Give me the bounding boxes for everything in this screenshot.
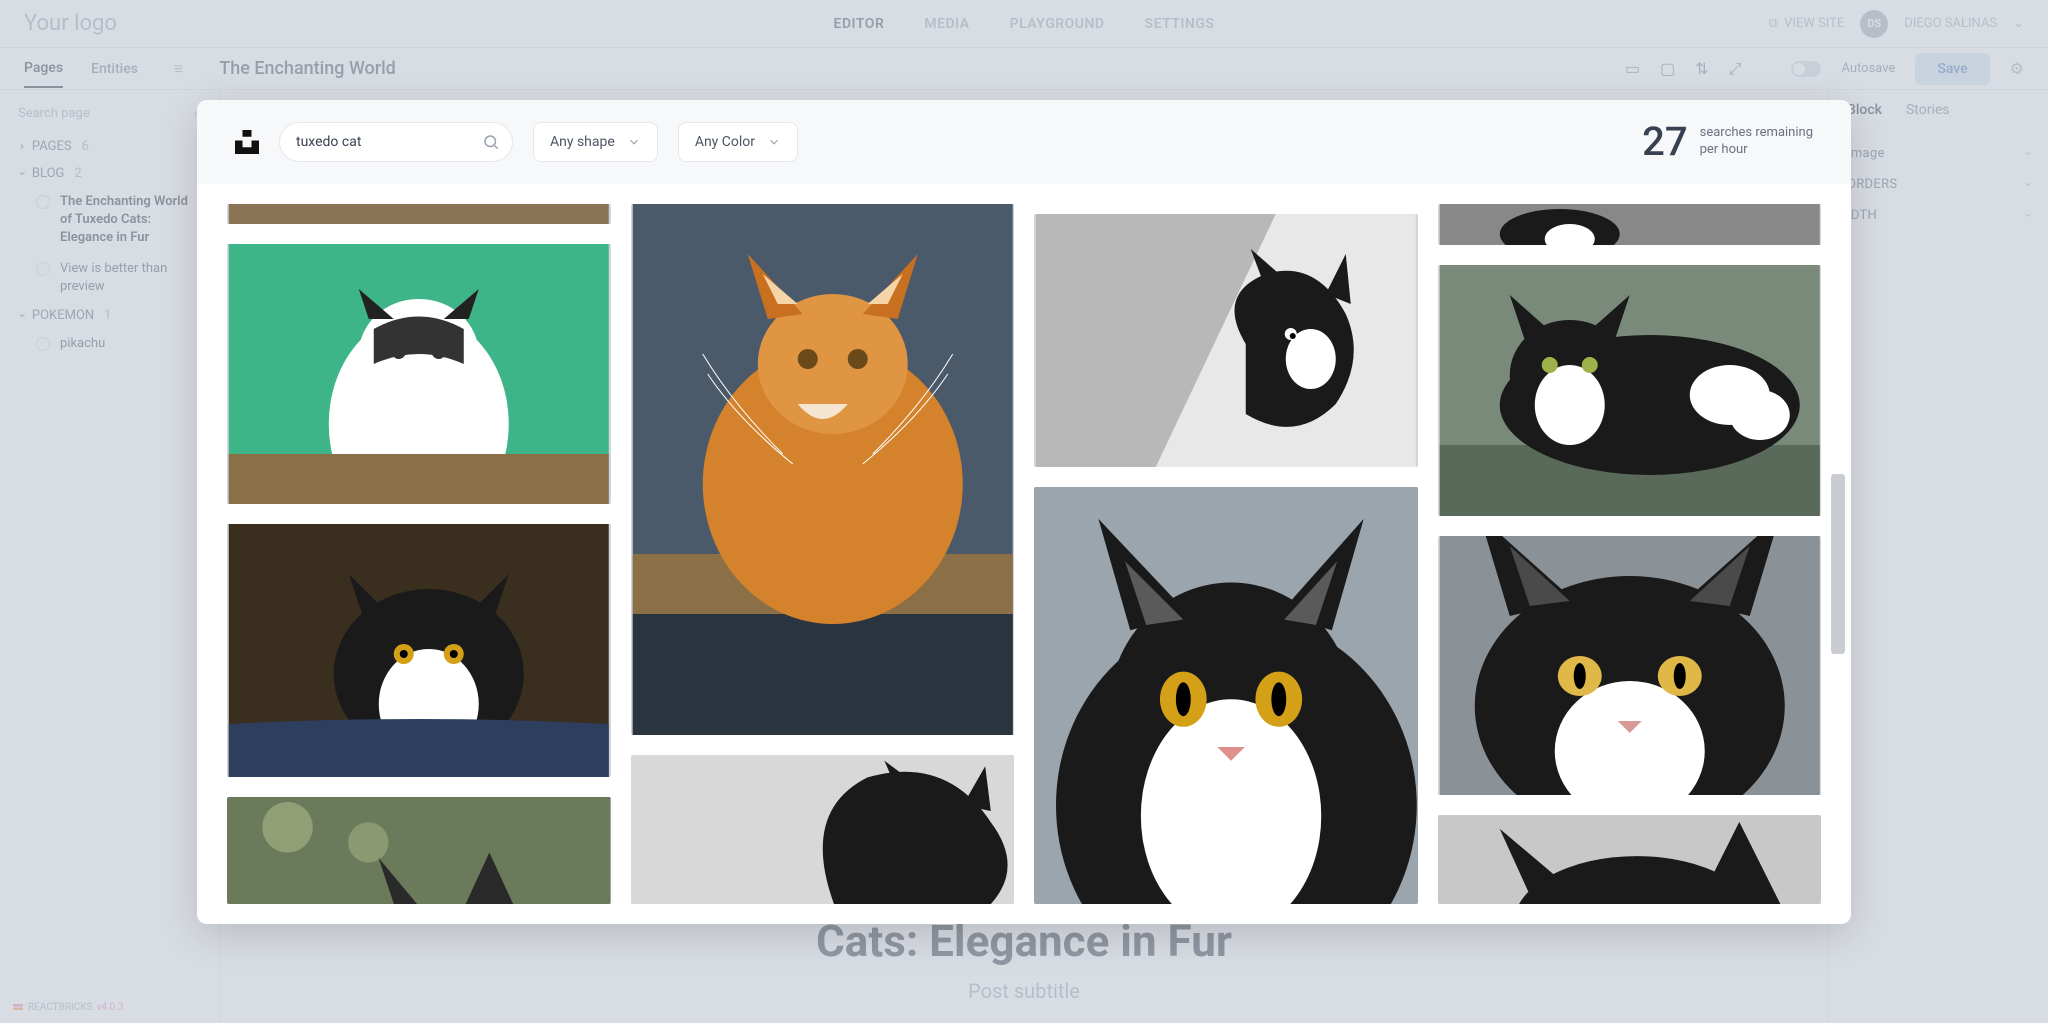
result-image[interactable]	[1438, 204, 1822, 245]
quota-line2: per hour	[1700, 142, 1813, 159]
result-image[interactable]	[227, 524, 611, 777]
result-image[interactable]	[1438, 815, 1822, 904]
result-image[interactable]	[1034, 487, 1418, 904]
result-image[interactable]	[631, 755, 1015, 904]
dropdown-label: Any Color	[695, 134, 755, 150]
search-quota: 27 searches remaining per hour	[1642, 118, 1813, 165]
dropdown-label: Any shape	[550, 134, 615, 150]
result-image[interactable]	[631, 204, 1015, 735]
quota-line1: searches remaining	[1700, 125, 1813, 142]
scrollbar-thumb[interactable]	[1831, 474, 1845, 654]
result-image[interactable]	[1034, 214, 1418, 467]
chevron-down-icon	[627, 135, 641, 149]
result-image[interactable]	[227, 244, 611, 504]
modal-header: Any shape Any Color 27 searches remainin…	[197, 100, 1851, 184]
result-image[interactable]	[227, 797, 611, 904]
modal-overlay[interactable]: Any shape Any Color 27 searches remainin…	[0, 0, 2048, 1023]
color-dropdown[interactable]: Any Color	[678, 122, 798, 162]
shape-dropdown[interactable]: Any shape	[533, 122, 658, 162]
result-image[interactable]	[1438, 536, 1822, 795]
results-grid	[197, 184, 1851, 924]
image-search-modal: Any shape Any Color 27 searches remainin…	[197, 100, 1851, 924]
result-image[interactable]	[227, 204, 611, 224]
quota-number: 27	[1642, 118, 1687, 165]
results-scrollbar[interactable]	[1831, 194, 1845, 914]
search-box[interactable]	[279, 122, 513, 162]
search-icon	[482, 133, 500, 151]
unsplash-icon	[235, 130, 259, 154]
result-image[interactable]	[1438, 265, 1822, 516]
chevron-down-icon	[767, 135, 781, 149]
search-input[interactable]	[296, 134, 474, 150]
